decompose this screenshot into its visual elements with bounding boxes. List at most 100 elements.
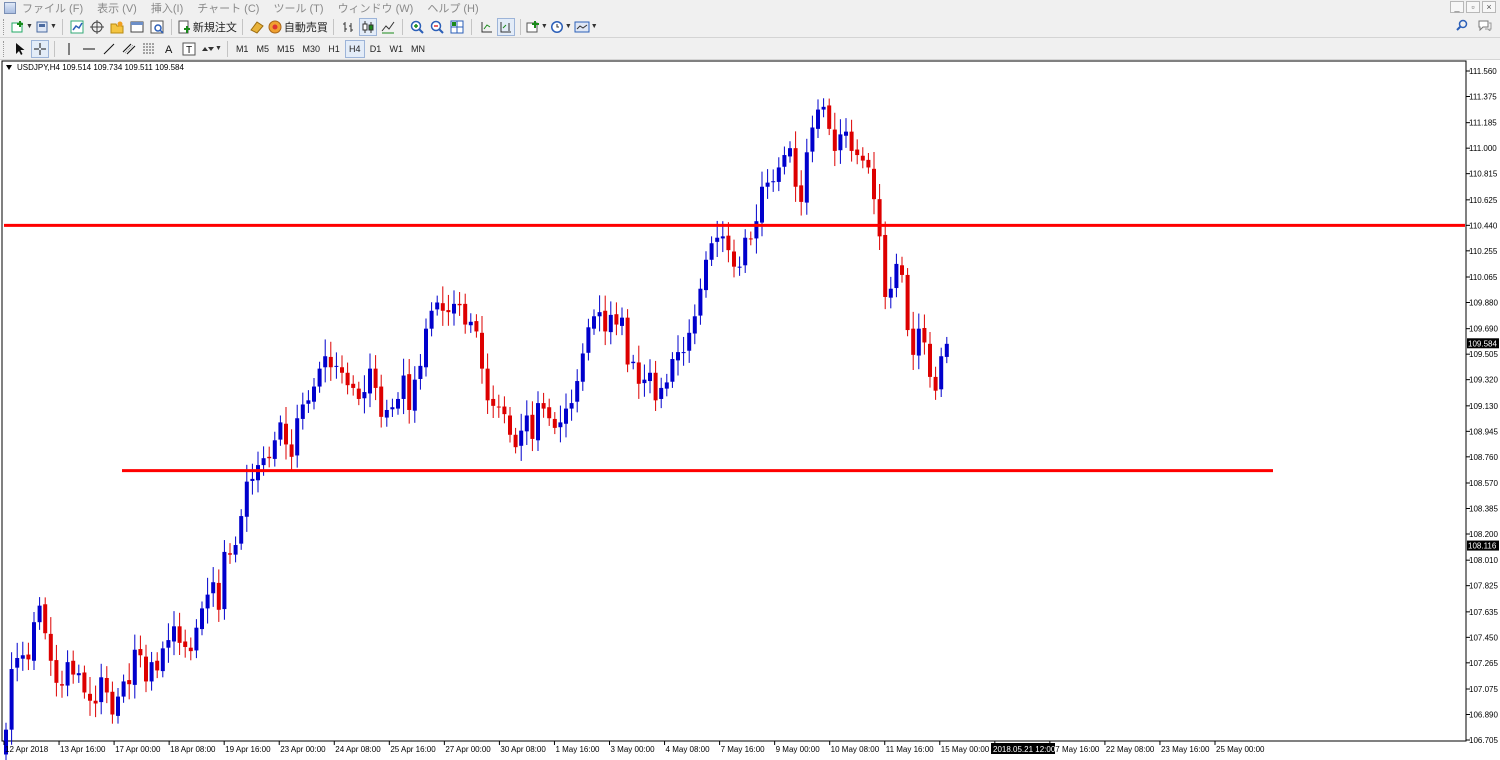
navigator-button[interactable]	[108, 18, 126, 36]
candle	[894, 253, 899, 298]
time-tick-label: 13 Apr 16:00	[60, 745, 106, 754]
auto-scroll-button[interactable]	[496, 17, 515, 36]
new-order-button[interactable]: 新規注文	[177, 18, 237, 36]
arrows-button[interactable]: ▼	[200, 40, 222, 58]
timeframe-m5[interactable]: M5	[253, 40, 272, 58]
text-label-button[interactable]: T	[180, 40, 198, 58]
candle	[698, 278, 703, 325]
vertical-line-button[interactable]	[60, 40, 78, 58]
crosshair-button[interactable]	[31, 39, 49, 58]
time-tick-label: 23 Apr 00:00	[280, 745, 326, 754]
menu-insert[interactable]: 挿入(I)	[151, 0, 183, 16]
timeframe-h4[interactable]: H4	[345, 39, 365, 58]
zoom-out-button[interactable]	[428, 18, 446, 36]
menu-chart[interactable]: チャート (C)	[197, 0, 259, 16]
line-chart-button[interactable]	[379, 18, 397, 36]
fibonacci-button[interactable]	[140, 40, 158, 58]
candle	[888, 276, 893, 309]
candle-body	[480, 332, 484, 369]
timeframe-w1[interactable]: W1	[387, 40, 407, 58]
chart-shift-button[interactable]	[477, 18, 495, 36]
candle	[390, 398, 395, 417]
candle	[244, 464, 249, 532]
auto-trading-button[interactable]: 自動売買	[268, 18, 328, 36]
auto-trading-label: 自動売買	[283, 21, 328, 34]
new-chart-button[interactable]: ▼	[11, 18, 33, 36]
candle	[15, 642, 20, 682]
terminal-button[interactable]	[128, 18, 146, 36]
candle	[396, 392, 400, 415]
candle	[933, 366, 938, 400]
candle	[306, 390, 311, 413]
timeframe-m15[interactable]: M15	[274, 40, 298, 58]
candle-body	[838, 134, 843, 151]
market-watch-icon	[70, 20, 84, 33]
time-tick-label: 23 May 16:00	[1161, 745, 1210, 754]
timeframe-mn[interactable]: MN	[408, 40, 428, 58]
candle-body	[216, 582, 221, 610]
candle	[620, 307, 624, 336]
periods-button[interactable]: ▼	[550, 18, 572, 36]
bar-chart-button[interactable]	[339, 18, 357, 36]
bar-chart-icon	[342, 21, 353, 32]
menu-window[interactable]: ウィンドウ (W)	[338, 0, 414, 16]
data-window-button[interactable]	[88, 18, 106, 36]
trendline-button[interactable]	[100, 40, 118, 58]
candle-body	[60, 684, 64, 686]
horizontal-line-button[interactable]	[80, 40, 98, 58]
candle	[362, 375, 367, 414]
cursor-button[interactable]	[11, 40, 29, 58]
candle-body	[261, 458, 266, 466]
metaeditor-button[interactable]	[248, 18, 266, 36]
restore-button[interactable]: ▫	[1466, 1, 1480, 13]
timeframe-d1[interactable]: D1	[367, 40, 385, 58]
indicators-button[interactable]: ▼	[526, 18, 548, 36]
candle-body	[289, 444, 294, 457]
menu-tools[interactable]: ツール (T)	[273, 0, 323, 16]
price-tick-label: 107.265	[1469, 659, 1498, 668]
candle-body	[160, 648, 165, 672]
zoom-in-button[interactable]	[408, 18, 426, 36]
search-icon[interactable]	[1456, 19, 1468, 31]
candle-body	[317, 368, 322, 387]
candlestick-button[interactable]	[358, 17, 377, 36]
svg-text:A: A	[165, 44, 173, 56]
channel-icon	[122, 43, 136, 54]
candle	[93, 685, 98, 718]
minimize-button[interactable]: _	[1450, 1, 1464, 13]
candle-body	[110, 691, 115, 715]
candle-body	[687, 332, 692, 351]
candle	[328, 341, 333, 381]
candle	[844, 118, 848, 148]
channel-button[interactable]	[120, 40, 138, 58]
candle-body	[284, 423, 288, 445]
menu-view[interactable]: 表示 (V)	[97, 0, 137, 16]
market-watch-button[interactable]	[68, 18, 86, 36]
candle-body	[418, 365, 423, 379]
candle-body	[586, 327, 591, 353]
candle	[676, 335, 680, 376]
candle	[166, 623, 171, 663]
candle	[407, 358, 412, 424]
menu-help[interactable]: ヘルプ (H)	[427, 0, 478, 16]
candle-body	[340, 367, 344, 373]
strategy-tester-button[interactable]	[148, 18, 166, 36]
candle	[183, 629, 188, 658]
profiles-button[interactable]: ▼	[35, 18, 57, 36]
candle-body	[558, 422, 563, 428]
timeframe-m30[interactable]: M30	[299, 40, 323, 58]
candle-body	[642, 379, 647, 384]
candle	[26, 642, 31, 671]
price-chart[interactable]: 111.560 111.375 111.185 111.000 110.815 110.6…	[0, 60, 1500, 760]
candle-body	[82, 672, 87, 693]
text-button[interactable]: A	[160, 40, 178, 58]
timeframe-m1[interactable]: M1	[233, 40, 252, 58]
tile-windows-button[interactable]	[448, 18, 466, 36]
candle-body	[530, 414, 535, 439]
chat-icon[interactable]	[1478, 19, 1492, 31]
menu-file[interactable]: ファイル (F)	[22, 0, 83, 16]
timeframe-h1[interactable]: H1	[325, 40, 343, 58]
candle	[110, 681, 115, 724]
close-button[interactable]: ×	[1482, 1, 1496, 13]
templates-button[interactable]: ▼	[574, 18, 598, 36]
